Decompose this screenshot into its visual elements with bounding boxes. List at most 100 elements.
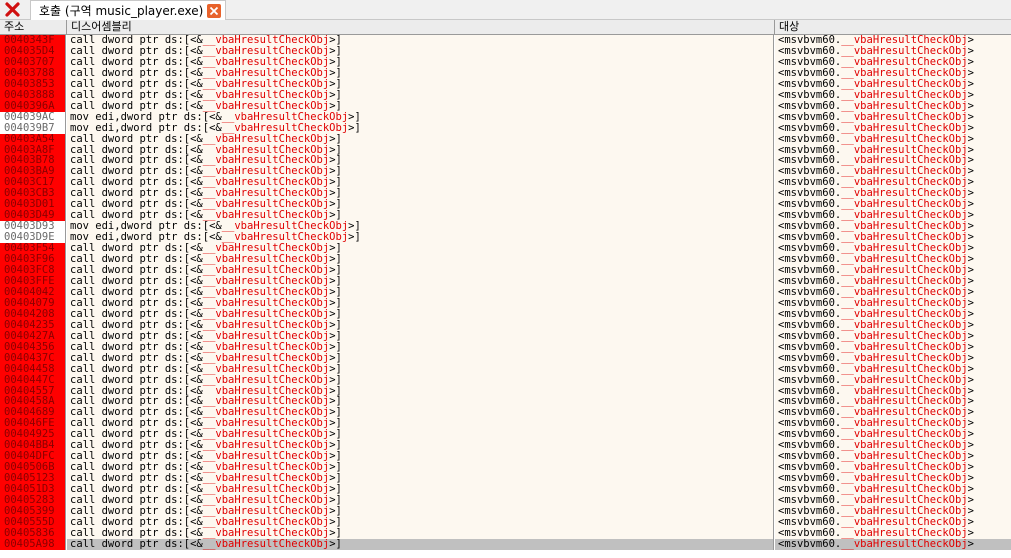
table-row[interactable]: 00405A98 call dword ptr ds:[<&__vbaHresul…	[0, 538, 1011, 550]
table-row[interactable]: 00403D9E mov edi,dword ptr ds:[<&__vbaHre…	[0, 232, 1011, 244]
table-row[interactable]: 00403A54 call dword ptr ds:[<&__vbaHresul…	[0, 133, 1011, 145]
row-target-symbol: __vbaHresultCheckObj	[841, 232, 968, 244]
row-disassembly: call dword ptr ds:[<&__vbaHresultCheckOb…	[67, 319, 774, 331]
table-row[interactable]: 00404458 call dword ptr ds:[<&__vbaHresul…	[0, 363, 1011, 375]
row-target-module: <msvbvm60.	[778, 484, 842, 496]
row-symbol: __vbaHresultCheckObj	[202, 495, 330, 506]
row-disassembly: call dword ptr ds:[<&__vbaHresultCheckOb…	[67, 100, 774, 112]
table-row[interactable]: 00403CB3 call dword ptr ds:[<&__vbaHresul…	[0, 188, 1011, 200]
column-address[interactable]: 주소	[0, 20, 67, 34]
row-op: call dword ptr ds:[<&	[70, 166, 203, 178]
row-target-symbol: __vbaHresultCheckObj	[841, 35, 968, 46]
table-row[interactable]: 00405123 call dword ptr ds:[<&__vbaHresul…	[0, 473, 1011, 485]
table-row[interactable]: 00404079 call dword ptr ds:[<&__vbaHresul…	[0, 297, 1011, 309]
call-list[interactable]: 0040343F call dword ptr ds:[<&__vbaHresul…	[0, 35, 1011, 557]
table-row[interactable]: 00404208 call dword ptr ds:[<&__vbaHresul…	[0, 308, 1011, 320]
row-target-module: <msvbvm60.	[778, 440, 842, 452]
row-target: <msvbvm60.__vbaHresultCheckObj>	[775, 385, 1011, 397]
table-row[interactable]: 0040427A call dword ptr ds:[<&__vbaHresul…	[0, 330, 1011, 342]
table-row[interactable]: 00403888 call dword ptr ds:[<&__vbaHresul…	[0, 89, 1011, 101]
table-row[interactable]: 00404235 call dword ptr ds:[<&__vbaHresul…	[0, 319, 1011, 331]
table-row[interactable]: 00403FFE call dword ptr ds:[<&__vbaHresul…	[0, 276, 1011, 287]
row-target-symbol: __vbaHresultCheckObj	[841, 396, 968, 408]
table-row[interactable]: 00403F54 call dword ptr ds:[<&__vbaHresul…	[0, 243, 1011, 255]
row-target-symbol: __vbaHresultCheckObj	[841, 286, 968, 298]
row-target-end: >	[967, 89, 974, 101]
table-row[interactable]: 00403D01 call dword ptr ds:[<&__vbaHresul…	[0, 199, 1011, 211]
row-symbol: __vbaHresultCheckObj	[202, 505, 330, 517]
row-op: call dword ptr ds:[<&	[70, 286, 203, 298]
row-target-module: <msvbvm60.	[778, 495, 842, 506]
row-op: call dword ptr ds:[<&	[70, 144, 203, 156]
table-row[interactable]: 00403707 call dword ptr ds:[<&__vbaHresul…	[0, 56, 1011, 68]
table-row[interactable]: 00405283 call dword ptr ds:[<&__vbaHresul…	[0, 495, 1011, 506]
table-row[interactable]: 0040396A call dword ptr ds:[<&__vbaHresul…	[0, 100, 1011, 112]
table-row[interactable]: 00404557 call dword ptr ds:[<&__vbaHresul…	[0, 385, 1011, 397]
table-row[interactable]: 00404925 call dword ptr ds:[<&__vbaHresul…	[0, 429, 1011, 441]
table-row[interactable]: 0040447C call dword ptr ds:[<&__vbaHresul…	[0, 374, 1011, 386]
table-row[interactable]: 0040343F call dword ptr ds:[<&__vbaHresul…	[0, 35, 1011, 46]
table-row[interactable]: 00403B78 call dword ptr ds:[<&__vbaHresul…	[0, 155, 1011, 167]
table-row[interactable]: 00403D49 call dword ptr ds:[<&__vbaHresul…	[0, 210, 1011, 222]
table-row[interactable]: 0040506B call dword ptr ds:[<&__vbaHresul…	[0, 462, 1011, 474]
table-row[interactable]: 0040437C call dword ptr ds:[<&__vbaHresul…	[0, 352, 1011, 364]
table-row[interactable]: 004051D3 call dword ptr ds:[<&__vbaHresul…	[0, 484, 1011, 496]
row-target-end: >	[967, 516, 974, 528]
table-row[interactable]: 00403F96 call dword ptr ds:[<&__vbaHresul…	[0, 254, 1011, 266]
row-target-end: >	[967, 538, 974, 550]
table-row[interactable]: 00403853 call dword ptr ds:[<&__vbaHresul…	[0, 78, 1011, 90]
row-symbol: __vbaHresultCheckObj	[202, 418, 330, 430]
table-row[interactable]: 00403D93 mov edi,dword ptr ds:[<&__vbaHre…	[0, 221, 1011, 233]
row-op: call dword ptr ds:[<&	[70, 199, 203, 211]
row-tail: >]	[329, 516, 342, 528]
table-row[interactable]: 00404356 call dword ptr ds:[<&__vbaHresul…	[0, 341, 1011, 353]
row-target: <msvbvm60.__vbaHresultCheckObj>	[775, 166, 1011, 178]
column-disassembly[interactable]: 디스어셈블리	[67, 20, 775, 34]
table-row[interactable]: 00405399 call dword ptr ds:[<&__vbaHresul…	[0, 506, 1011, 517]
row-op: call dword ptr ds:[<&	[70, 473, 203, 485]
row-target-symbol: __vbaHresultCheckObj	[841, 462, 968, 474]
table-row[interactable]: 00403C17 call dword ptr ds:[<&__vbaHresul…	[0, 177, 1011, 189]
row-disassembly: call dword ptr ds:[<&__vbaHresultCheckOb…	[67, 462, 774, 474]
row-target-symbol: __vbaHresultCheckObj	[841, 538, 968, 550]
table-row[interactable]: 00404BB4 call dword ptr ds:[<&__vbaHresul…	[0, 440, 1011, 452]
table-row[interactable]: 004035D4 call dword ptr ds:[<&__vbaHresul…	[0, 45, 1011, 57]
table-row[interactable]: 00403BA9 call dword ptr ds:[<&__vbaHresul…	[0, 166, 1011, 178]
table-row[interactable]: 00403788 call dword ptr ds:[<&__vbaHresul…	[0, 67, 1011, 79]
close-icon[interactable]	[207, 3, 222, 18]
row-target-module: <msvbvm60.	[778, 133, 842, 145]
table-row[interactable]: 004046FE call dword ptr ds:[<&__vbaHresul…	[0, 418, 1011, 430]
row-disassembly: call dword ptr ds:[<&__vbaHresultCheckOb…	[67, 385, 774, 397]
table-row[interactable]: 0040555D call dword ptr ds:[<&__vbaHresul…	[0, 516, 1011, 528]
table-row[interactable]: 004039AC mov edi,dword ptr ds:[<&__vbaHre…	[0, 111, 1011, 123]
table-row[interactable]: 004039B7 mov edi,dword ptr ds:[<&__vbaHre…	[0, 122, 1011, 134]
row-op: call dword ptr ds:[<&	[70, 352, 203, 364]
row-target: <msvbvm60.__vbaHresultCheckObj>	[775, 56, 1011, 68]
row-disassembly: call dword ptr ds:[<&__vbaHresultCheckOb…	[67, 396, 774, 408]
close-x-icon[interactable]	[4, 1, 21, 18]
row-op: call dword ptr ds:[<&	[70, 440, 203, 452]
table-row[interactable]: 00403FC8 call dword ptr ds:[<&__vbaHresul…	[0, 265, 1011, 276]
table-row[interactable]: 00404042 call dword ptr ds:[<&__vbaHresul…	[0, 286, 1011, 298]
row-tail: >]	[329, 100, 342, 112]
row-disassembly: call dword ptr ds:[<&__vbaHresultCheckOb…	[67, 144, 774, 156]
table-row[interactable]: 00404689 call dword ptr ds:[<&__vbaHresul…	[0, 407, 1011, 419]
row-symbol: __vbaHresultCheckObj	[202, 319, 330, 331]
column-target[interactable]: 대상	[775, 20, 1011, 34]
tab-calls[interactable]: 호출 (구역 music_player.exe)	[30, 0, 227, 20]
row-symbol: __vbaHresultCheckObj	[202, 166, 330, 178]
row-op: call dword ptr ds:[<&	[70, 451, 203, 463]
row-symbol: __vbaHresultCheckObj	[202, 45, 330, 57]
row-symbol: __vbaHresultCheckObj	[202, 297, 330, 309]
row-op: call dword ptr ds:[<&	[70, 78, 203, 90]
row-target-end: >	[967, 254, 974, 266]
table-row[interactable]: 00404DFC call dword ptr ds:[<&__vbaHresul…	[0, 451, 1011, 463]
table-row[interactable]: 00403A8F call dword ptr ds:[<&__vbaHresul…	[0, 144, 1011, 156]
table-row[interactable]: 0040458A call dword ptr ds:[<&__vbaHresul…	[0, 396, 1011, 408]
row-address: 0040437C	[0, 352, 66, 364]
row-target-symbol: __vbaHresultCheckObj	[841, 516, 968, 528]
row-disassembly: call dword ptr ds:[<&__vbaHresultCheckOb…	[67, 166, 774, 178]
table-row[interactable]: 00405836 call dword ptr ds:[<&__vbaHresul…	[0, 527, 1011, 539]
row-address: 00404356	[0, 341, 66, 353]
row-op: mov edi,dword ptr ds:[<&	[70, 232, 222, 244]
